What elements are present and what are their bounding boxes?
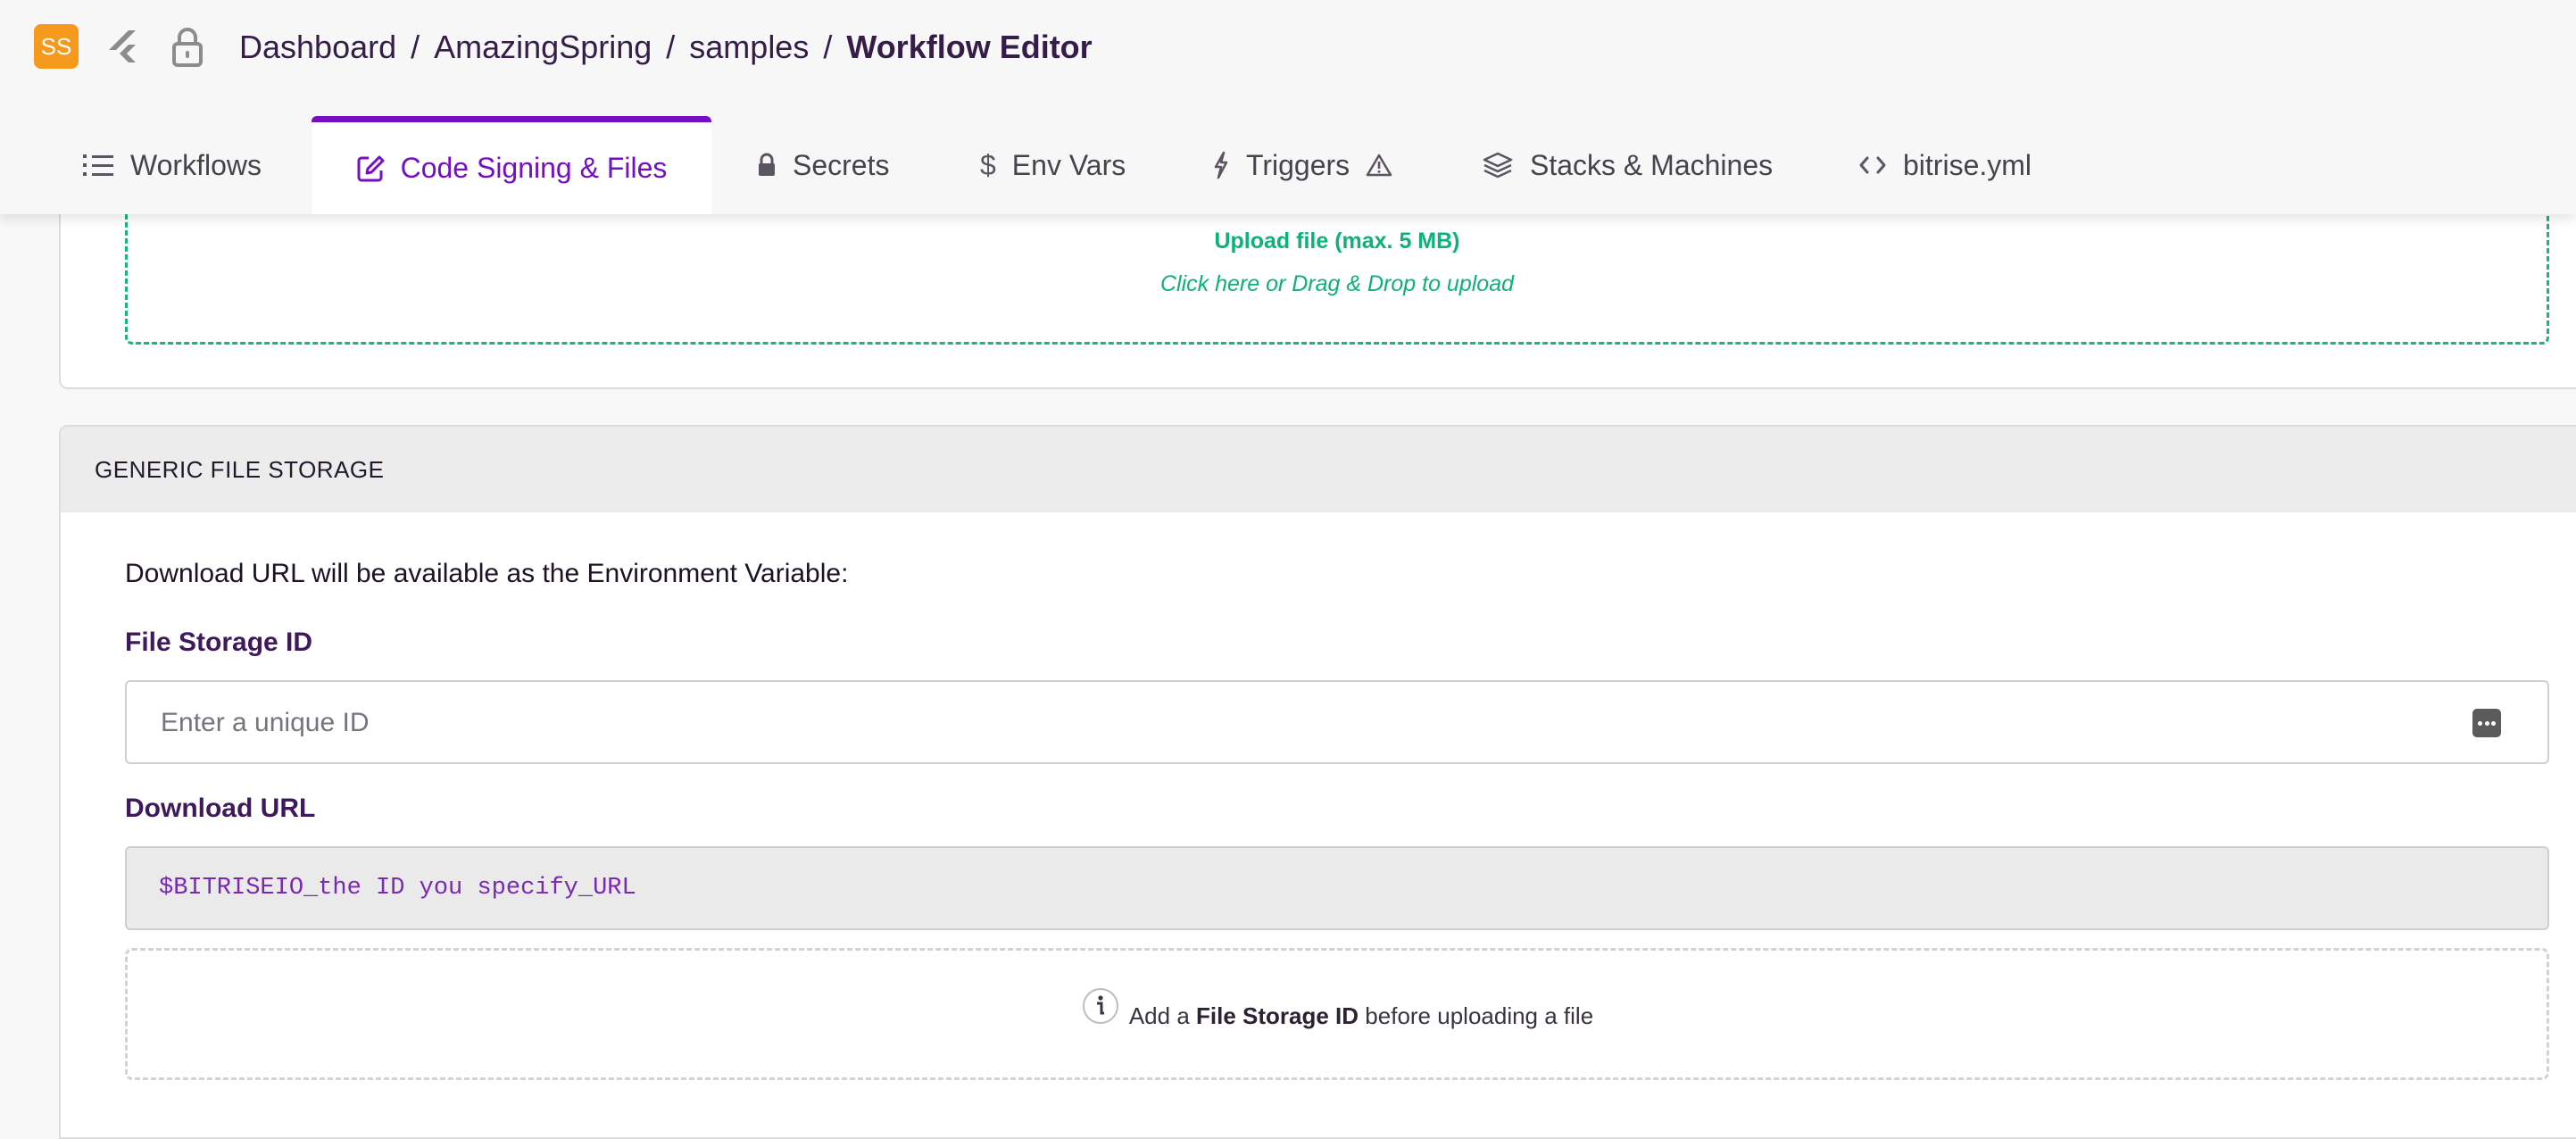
tab-workflows[interactable]: Workflows bbox=[82, 116, 262, 214]
breadcrumb-project[interactable]: samples bbox=[689, 29, 809, 66]
section-title: GENERIC FILE STORAGE bbox=[61, 427, 2576, 512]
download-url-field: $BITRISEIO_the ID you specify_URL bbox=[125, 846, 2549, 930]
flutter-icon bbox=[96, 20, 150, 73]
generic-file-dropzone[interactable]: Add a File Storage ID before uploading a… bbox=[125, 948, 2549, 1080]
breadcrumb-separator: / bbox=[411, 29, 420, 65]
tab-bitrise-yml[interactable]: bitrise.yml bbox=[1858, 116, 2032, 214]
breadcrumb-separator: / bbox=[666, 29, 676, 65]
breadcrumb-current: Workflow Editor bbox=[846, 29, 1093, 65]
file-storage-id-label: File Storage ID bbox=[125, 628, 313, 657]
info-emphasis: File Storage ID bbox=[1196, 1002, 1359, 1029]
code-icon bbox=[1859, 156, 1886, 174]
more-options-icon[interactable] bbox=[2472, 709, 2501, 737]
tab-label: Triggers bbox=[1246, 148, 1350, 181]
editor-tabs: Workflows Code Signing & Files Secrets $… bbox=[0, 116, 2576, 214]
lock-icon[interactable] bbox=[161, 20, 214, 73]
tab-label: Stacks & Machines bbox=[1530, 148, 1774, 181]
file-storage-id-field bbox=[125, 680, 2549, 764]
tab-label: Secrets bbox=[793, 148, 890, 181]
breadcrumb-dashboard[interactable]: Dashboard bbox=[239, 29, 396, 66]
breadcrumb-app[interactable]: AmazingSpring bbox=[434, 29, 652, 66]
workspace-avatar[interactable]: SS bbox=[34, 24, 79, 69]
dollar-icon: $ bbox=[980, 148, 996, 181]
upload-hint: Click here or Drag & Drop to upload bbox=[1159, 271, 1515, 296]
upload-title: Upload file (max. 5 MB) bbox=[1214, 229, 1460, 254]
tab-triggers[interactable]: Triggers bbox=[1212, 116, 1392, 214]
tab-label: bitrise.yml bbox=[1903, 148, 2032, 181]
tab-label: Code Signing & Files bbox=[400, 152, 668, 184]
list-icon bbox=[83, 154, 113, 176]
tab-code-signing[interactable]: Code Signing & Files bbox=[312, 116, 711, 214]
breadcrumb: Dashboard / AmazingSpring / samples / Wo… bbox=[239, 23, 1093, 71]
download-url-label: Download URL bbox=[125, 794, 316, 823]
tab-label: Env Vars bbox=[1011, 148, 1126, 181]
tab-env-vars[interactable]: $ Env Vars bbox=[980, 116, 1126, 214]
download-url-value: $BITRISEIO_the ID you specify_URL bbox=[159, 875, 636, 902]
upload-info-message: Add a File Storage ID before uploading a… bbox=[128, 986, 2547, 1030]
info-suffix: before uploading a file bbox=[1365, 1002, 1594, 1029]
tab-stacks-machines[interactable]: Stacks & Machines bbox=[1482, 116, 1773, 214]
info-prefix: Add a bbox=[1128, 1002, 1190, 1029]
file-storage-id-input[interactable] bbox=[159, 682, 2447, 764]
warning-icon bbox=[1366, 154, 1392, 177]
bolt-icon bbox=[1214, 151, 1228, 179]
env-var-description: Download URL will be available as the En… bbox=[125, 559, 849, 588]
layers-icon bbox=[1483, 152, 1513, 179]
breadcrumb-separator: / bbox=[823, 29, 833, 65]
tab-label: Workflows bbox=[130, 148, 262, 181]
edit-box-icon bbox=[357, 155, 385, 181]
top-header: SS Dashboard / AmazingSpring / samples /… bbox=[0, 0, 2576, 214]
tab-secrets[interactable]: Secrets bbox=[757, 116, 889, 214]
lock-icon bbox=[759, 153, 775, 176]
info-text: Add a File Storage ID before uploading a… bbox=[1129, 1002, 1593, 1030]
info-icon bbox=[1082, 988, 1118, 1024]
